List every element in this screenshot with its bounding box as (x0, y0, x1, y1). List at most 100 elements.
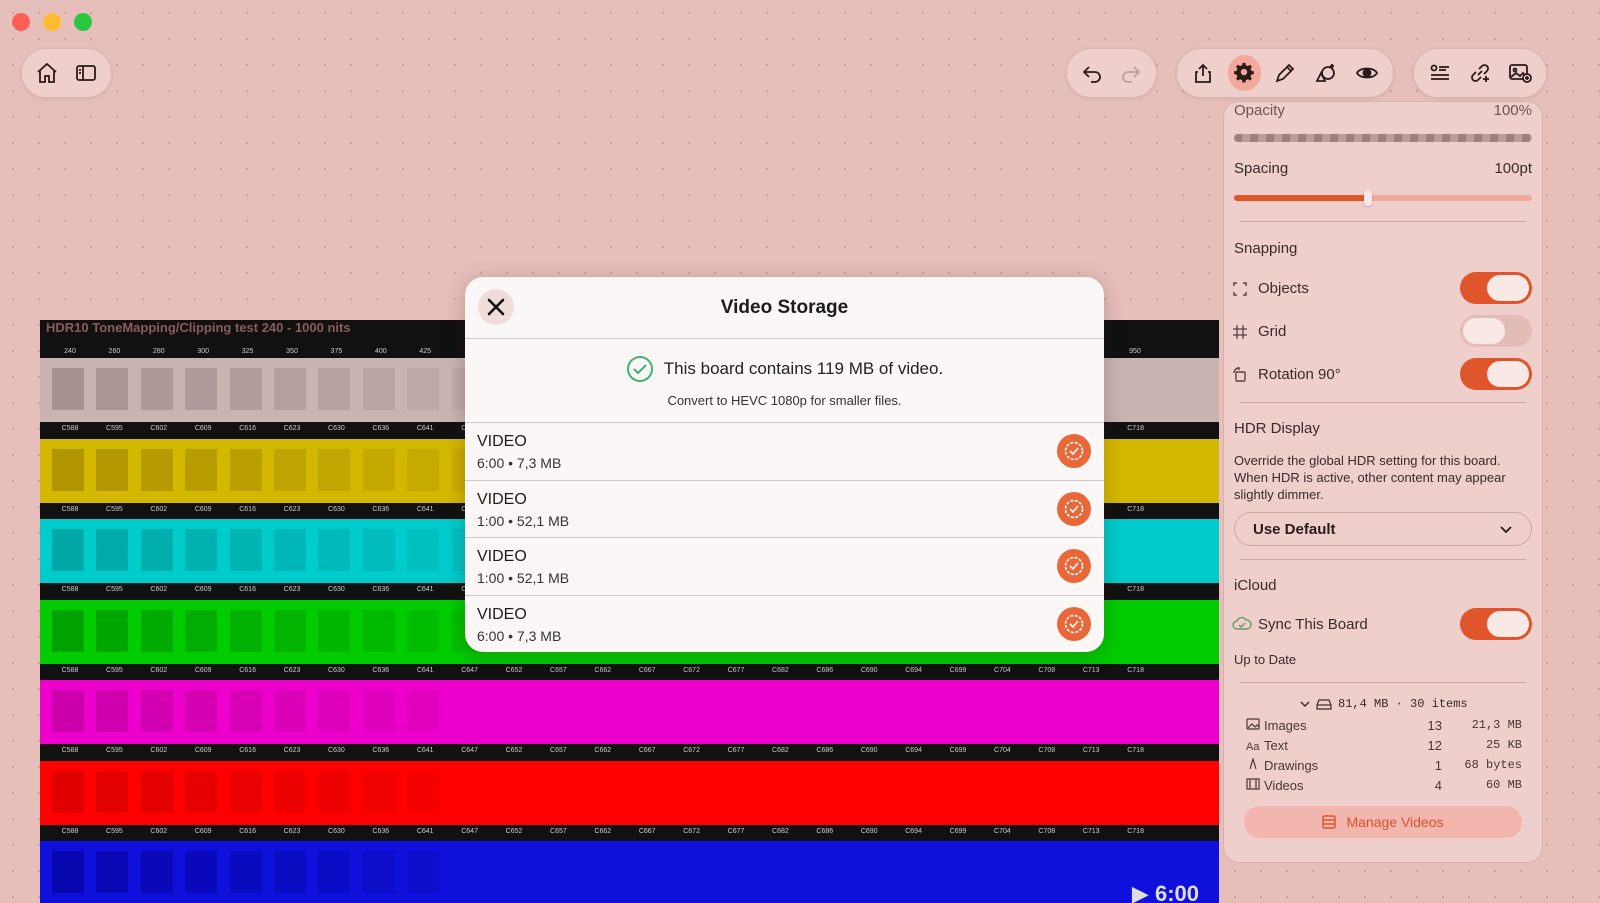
canvas-patch (185, 368, 218, 410)
spacing-slider[interactable] (1234, 190, 1532, 206)
hdr-mode-select[interactable]: Use Default (1234, 512, 1532, 546)
spacing-label: Spacing (1234, 160, 1289, 177)
video-list-item[interactable]: VIDEO 1:00 • 52,1 MB (465, 538, 1104, 596)
storage-row: Videos 4 60 MB (1246, 778, 1522, 796)
canvas-tick-label: C609 (194, 425, 212, 432)
canvas-patch (229, 529, 262, 571)
canvas-color-band (40, 760, 1219, 825)
canvas-tick-label: C609 (194, 827, 212, 835)
canvas-tick-label: C718 (1127, 827, 1144, 835)
opacity-slider[interactable] (1234, 134, 1532, 142)
canvas-patch (140, 448, 173, 491)
canvas-patch (407, 770, 440, 813)
canvas-patch (407, 529, 440, 571)
spacing-row: Spacing 100pt (1234, 160, 1532, 177)
canvas-patch (274, 770, 306, 813)
canvas-tick-label: C636 (372, 666, 390, 674)
canvas-patch (274, 609, 306, 652)
video-list-item[interactable]: VIDEO 6:00 • 7,3 MB (465, 423, 1104, 481)
window-zoom-button[interactable] (74, 13, 92, 31)
canvas-tick-label: C609 (194, 505, 212, 513)
list-button[interactable] (1424, 55, 1456, 91)
video-select-toggle[interactable] (1057, 549, 1091, 583)
add-image-button[interactable] (1504, 55, 1536, 91)
share-button[interactable] (1187, 55, 1220, 91)
window-close-button[interactable] (12, 13, 30, 31)
canvas-tick-label: C694 (905, 827, 922, 835)
canvas-tick-label: C667 (638, 747, 656, 754)
sidebar-toggle-button[interactable] (71, 55, 102, 91)
canvas-tick-label: 375 (330, 348, 343, 355)
link-button[interactable] (1464, 55, 1496, 91)
spacing-value: 100pt (1494, 160, 1532, 177)
storage-total-row[interactable]: 81,4 MB · 30 items (1300, 697, 1468, 711)
pen-tool-button[interactable] (1269, 55, 1302, 91)
video-select-toggle[interactable] (1057, 491, 1091, 526)
canvas-patch (318, 448, 351, 491)
canvas-tick-label: C708 (1038, 827, 1056, 835)
dialog-close-button[interactable] (478, 289, 514, 325)
storage-row: Images 13 21,3 MB (1246, 718, 1522, 736)
sync-board-label: Sync This Board (1258, 616, 1368, 633)
canvas-tick-label: C616 (239, 586, 256, 593)
video-select-toggle[interactable] (1057, 606, 1091, 641)
window-minimize-button[interactable] (43, 13, 61, 31)
hdr-description: Override the global HDR setting for this… (1234, 453, 1506, 502)
canvas-tick-label: C672 (683, 827, 700, 835)
canvas-patch (96, 609, 129, 652)
canvas-tick-label: C609 (194, 747, 212, 754)
canvas-color-band (40, 841, 1219, 903)
canvas-tick-label: C662 (594, 827, 612, 835)
canvas-patch (96, 448, 129, 491)
canvas-tick-label: C672 (683, 666, 700, 674)
video-storage-dialog: Video Storage This board contains 119 MB… (465, 277, 1104, 652)
canvas-patch (407, 609, 440, 652)
canvas-tick-label: C686 (816, 747, 834, 754)
canvas-tick-label: C690 (860, 666, 878, 674)
hdr-select-value: Use Default (1253, 520, 1336, 538)
video-select-toggle[interactable] (1057, 434, 1091, 468)
toolbar-left-group (21, 48, 112, 98)
storage-row-count: 4 (1434, 778, 1442, 793)
preview-button[interactable] (1350, 55, 1383, 91)
snapping-toggle[interactable] (1460, 272, 1532, 304)
canvas-tick-label: C713 (1082, 747, 1100, 754)
canvas-patch (140, 609, 173, 652)
home-button[interactable] (32, 55, 63, 91)
video-meta: 1:00 • 52,1 MB (477, 570, 570, 586)
video-title: VIDEO (477, 433, 527, 450)
canvas-color-band (40, 680, 1219, 744)
canvas-patch (362, 609, 395, 652)
canvas-tick-label: C616 (239, 747, 256, 754)
canvas-tick-label: C690 (860, 747, 878, 754)
bracket-icon (1232, 281, 1248, 301)
undo-button[interactable] (1077, 55, 1108, 91)
sync-board-toggle[interactable] (1460, 608, 1532, 640)
video-list-item[interactable]: VIDEO 6:00 • 7,3 MB (465, 596, 1104, 653)
snapping-toggle[interactable] (1460, 315, 1532, 347)
canvas-tick-label: C595 (106, 586, 123, 593)
icloud-title: iCloud (1234, 577, 1277, 594)
canvas-tick-label: C641 (416, 425, 434, 432)
settings-button[interactable] (1227, 55, 1261, 91)
divider (1240, 682, 1526, 683)
spacing-slider-knob[interactable] (1364, 190, 1373, 206)
canvas-patch (96, 690, 129, 732)
canvas-tick-label: C623 (283, 586, 301, 593)
video-list-item[interactable]: VIDEO 1:00 • 52,1 MB (465, 481, 1104, 538)
canvas-patch (274, 851, 306, 893)
canvas-tick-label: C595 (106, 666, 123, 674)
canvas-patch (318, 609, 351, 652)
canvas-patch (96, 851, 129, 893)
settings-panel: Opacity 100% Spacing 100pt Snapping Obje… (1223, 101, 1543, 863)
canvas-tick-label: C636 (372, 747, 390, 754)
canvas-tick-label: C677 (727, 666, 745, 674)
canvas-tick-label: C718 (1127, 666, 1144, 674)
canvas-tick-label: C704 (994, 747, 1011, 754)
canvas-patch (318, 690, 351, 732)
snapping-toggle[interactable] (1460, 358, 1532, 390)
manage-videos-button[interactable]: Manage Videos (1244, 806, 1522, 838)
dialog-header: Video Storage (465, 277, 1104, 339)
redo-button[interactable] (1116, 55, 1147, 91)
shapes-tool-button[interactable] (1309, 55, 1342, 91)
